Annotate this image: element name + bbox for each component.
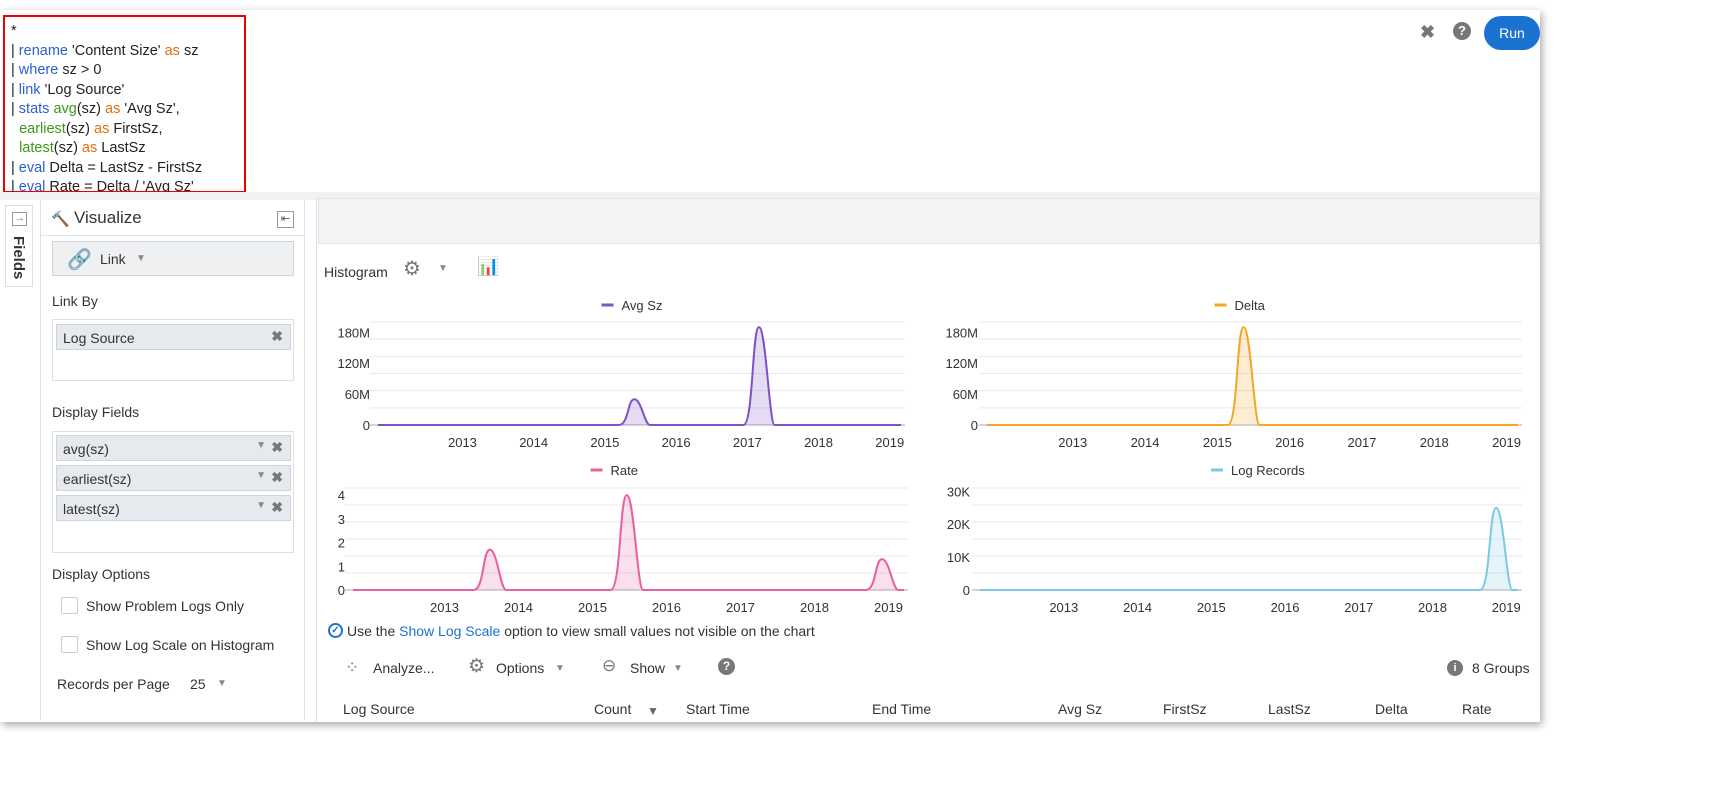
- column-header-lastsz[interactable]: LastSz: [1268, 701, 1311, 717]
- x-tick-label: 2017: [1347, 435, 1376, 450]
- x-tick-label: 2019: [1492, 435, 1521, 450]
- log-scale-hint: Use the Show Log Scale option to view sm…: [347, 623, 815, 639]
- y-tick-label: 3: [338, 512, 345, 527]
- chevron-down-icon[interactable]: ▼: [555, 663, 565, 674]
- y-tick-label: 60M: [953, 387, 978, 402]
- y-tick-label: 180M: [945, 325, 978, 340]
- x-tick-label: 2018: [1418, 600, 1447, 615]
- help-icon[interactable]: ?: [718, 658, 735, 675]
- series-area: [353, 495, 904, 590]
- x-tick-label: 2019: [1492, 600, 1521, 615]
- column-header-start-time[interactable]: Start Time: [686, 701, 750, 717]
- chevron-down-icon[interactable]: ▼: [673, 663, 683, 674]
- column-header-avg-sz[interactable]: Avg Sz: [1058, 701, 1102, 717]
- column-header-count[interactable]: Count: [594, 701, 631, 717]
- x-tick-label: 2019: [874, 600, 903, 615]
- sort-desc-icon[interactable]: ▼: [647, 704, 659, 718]
- check-circle-icon: ✓: [328, 623, 343, 638]
- y-tick-label: 0: [971, 418, 978, 433]
- series-line: [980, 506, 1518, 591]
- x-tick-label: 2013: [1058, 435, 1087, 450]
- y-tick-label: 4: [338, 488, 345, 503]
- x-tick-label: 2018: [800, 600, 829, 615]
- x-tick-label: 2017: [726, 600, 755, 615]
- y-tick-label: 180M: [337, 325, 370, 340]
- y-tick-label: 2: [338, 536, 345, 551]
- x-tick-label: 2015: [1197, 600, 1226, 615]
- y-tick-label: 0: [338, 583, 345, 598]
- show-log-scale-link[interactable]: Show Log Scale: [399, 623, 500, 639]
- options-gear-icon: ⚙: [468, 656, 486, 677]
- histogram-charts: 060M120M180M2013 2014 2015 2016 2017 2018 2019…: [337, 298, 1522, 615]
- scatter-icon: ⁘: [345, 658, 360, 677]
- legend-label: Delta: [1235, 298, 1266, 313]
- y-tick-label: 30K: [947, 484, 970, 499]
- x-tick-label: 2013: [1049, 600, 1078, 615]
- x-tick-label: 2014: [519, 435, 548, 450]
- x-tick-label: 2017: [733, 435, 762, 450]
- column-header-log-source[interactable]: Log Source: [343, 701, 415, 717]
- x-tick-label: 2016: [652, 600, 681, 615]
- y-tick-label: 60M: [345, 387, 370, 402]
- analyze-button[interactable]: Analyze...: [373, 660, 434, 676]
- column-header-delta[interactable]: Delta: [1375, 701, 1408, 717]
- x-tick-label: 2015: [578, 600, 607, 615]
- x-tick-label: 2014: [1131, 435, 1160, 450]
- hint-text: option to view small values not visible …: [500, 623, 815, 639]
- y-tick-label: 20K: [947, 517, 970, 532]
- legend-label: Log Records: [1231, 463, 1305, 478]
- column-header-end-time[interactable]: End Time: [872, 701, 931, 717]
- options-button[interactable]: Options: [496, 660, 544, 676]
- column-header-firstsz[interactable]: FirstSz: [1163, 701, 1207, 717]
- x-tick-label: 2014: [1123, 600, 1152, 615]
- series-area: [980, 507, 1518, 590]
- groups-count: 8 Groups: [1472, 660, 1530, 676]
- y-tick-label: 120M: [337, 356, 370, 371]
- y-tick-label: 120M: [945, 356, 978, 371]
- x-tick-label: 2015: [590, 435, 619, 450]
- x-tick-label: 2018: [1420, 435, 1449, 450]
- y-tick-label: 0: [363, 418, 370, 433]
- x-tick-label: 2017: [1344, 600, 1373, 615]
- y-tick-label: 0: [963, 583, 970, 598]
- column-header-rate[interactable]: Rate: [1462, 701, 1492, 717]
- x-tick-label: 2018: [804, 435, 833, 450]
- x-tick-label: 2015: [1203, 435, 1232, 450]
- x-tick-label: 2016: [662, 435, 691, 450]
- y-tick-label: 10K: [947, 550, 970, 565]
- legend-label: Avg Sz: [622, 298, 663, 313]
- show-button[interactable]: Show: [630, 660, 665, 676]
- x-tick-label: 2013: [430, 600, 459, 615]
- info-icon: i: [1447, 660, 1463, 676]
- x-tick-label: 2019: [875, 435, 904, 450]
- zoom-out-icon: ⊖: [602, 656, 617, 675]
- hint-text: Use the: [347, 623, 400, 639]
- series-area: [378, 327, 901, 425]
- y-tick-label: 1: [338, 559, 345, 574]
- x-tick-label: 2016: [1271, 600, 1300, 615]
- x-tick-label: 2013: [448, 435, 477, 450]
- legend-label: Rate: [611, 463, 638, 478]
- x-tick-label: 2016: [1275, 435, 1304, 450]
- x-tick-label: 2014: [504, 600, 533, 615]
